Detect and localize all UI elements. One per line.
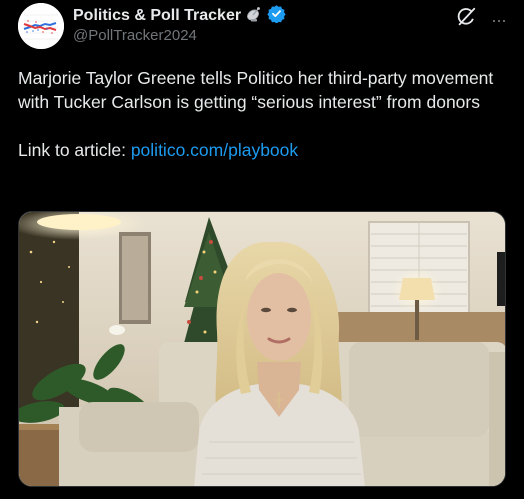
avatar[interactable] (18, 3, 64, 49)
post-text-block: Marjorie Taylor Greene tells Politico he… (18, 66, 508, 162)
post-text: Marjorie Taylor Greene tells Politico he… (18, 68, 494, 112)
more-options-icon[interactable]: ··· (491, 11, 507, 29)
satellite-dish-icon (245, 5, 263, 28)
article-link[interactable]: politico.com/playbook (131, 140, 298, 160)
handle[interactable]: @PollTracker2024 (73, 27, 197, 44)
poll-chart-avatar-icon (18, 3, 64, 49)
video-still-image (19, 212, 505, 486)
link-prefix: Link to article: (18, 140, 131, 160)
grok-icon[interactable] (455, 6, 477, 33)
post-actions: ··· (455, 6, 507, 33)
display-name[interactable]: Politics & Poll Tracker (73, 7, 241, 25)
verified-badge-icon (267, 4, 286, 28)
article-link-line: Link to article: politico.com/playbook (18, 138, 508, 162)
video-media[interactable] (18, 211, 506, 487)
author-name-row: Politics & Poll Tracker (73, 5, 286, 27)
